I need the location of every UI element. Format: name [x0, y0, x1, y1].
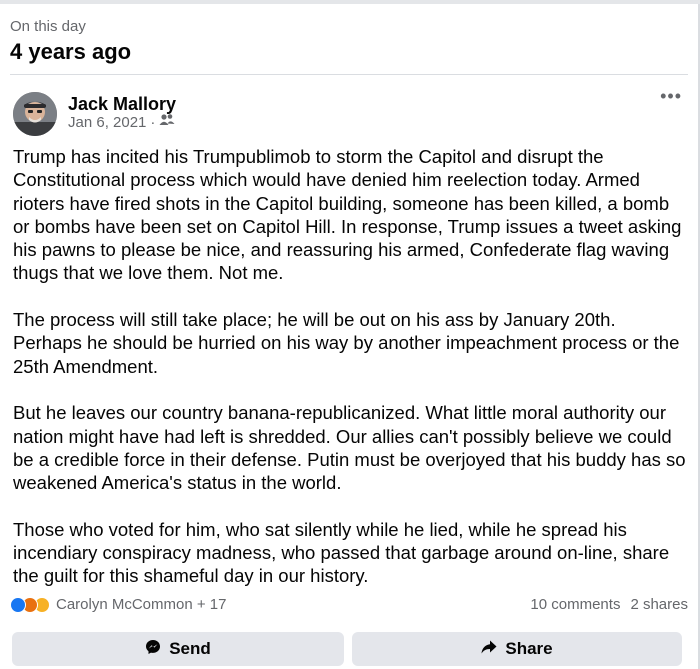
memory-title: 4 years ago — [10, 39, 132, 64]
send-button[interactable]: Send — [12, 632, 344, 666]
post-paragraph: Those who voted for him, who sat silentl… — [13, 518, 670, 587]
post-paragraph: Trump has incited his Trumpublimob to st… — [13, 146, 682, 284]
post-date[interactable]: Jan 6, 2021 — [68, 114, 146, 132]
divider — [10, 74, 688, 75]
reactions-row: Carolyn McCommon + 17 10 comments 2 shar… — [10, 596, 688, 613]
author-name[interactable]: Jack Mallory — [68, 93, 176, 115]
post-paragraph: But he leaves our country banana-republi… — [13, 402, 686, 494]
reactions-summary[interactable]: Carolyn McCommon + 17 — [10, 596, 226, 613]
share-label: Share — [505, 639, 553, 658]
share-button[interactable]: Share — [352, 632, 682, 666]
send-label: Send — [169, 639, 211, 658]
memory-card: On this day 4 years ago Jack Mallory Jan… — [0, 4, 700, 669]
avatar[interactable] — [13, 92, 57, 136]
like-reaction-icon — [10, 596, 26, 613]
post-meta: Jan 6, 2021 · — [68, 113, 175, 132]
friends-icon — [159, 113, 175, 132]
engagement-counts: 10 comments 2 shares — [530, 596, 688, 613]
messenger-icon — [145, 639, 161, 660]
post-body: Trump has incited his Trumpublimob to st… — [13, 145, 689, 611]
reactions-text[interactable]: Carolyn McCommon + 17 — [56, 596, 226, 613]
comments-count[interactable]: 10 comments — [530, 596, 620, 613]
share-arrow-icon — [481, 639, 497, 659]
reaction-icons — [10, 596, 50, 613]
more-options-icon[interactable]: ••• — [660, 87, 682, 105]
meta-separator: · — [150, 113, 156, 131]
shares-count[interactable]: 2 shares — [630, 596, 688, 613]
memory-label: On this day — [10, 18, 86, 35]
memory-header: On this day 4 years ago — [10, 18, 131, 65]
post-paragraph: The process will still take place; he wi… — [13, 309, 680, 377]
